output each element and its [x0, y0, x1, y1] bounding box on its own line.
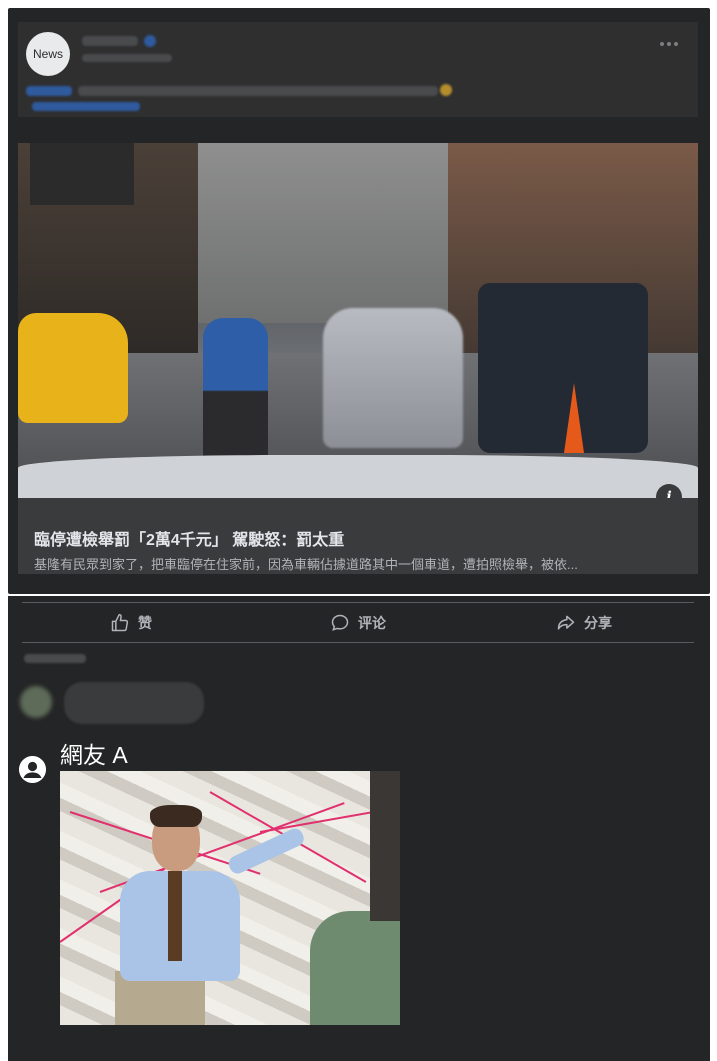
verified-badge-icon: [144, 35, 156, 47]
post-header: News: [18, 22, 698, 117]
share-label: 分享: [584, 615, 612, 631]
meme-image[interactable]: [60, 771, 400, 1025]
user-avatar-icon: [19, 756, 46, 783]
link-preview-text[interactable]: 臨停遭檢舉罰「2萬4千元」 駕駛怒：罰太重 基隆有民眾到家了，把車臨停在住家前，…: [18, 498, 698, 574]
blurred-emoji: [440, 84, 452, 96]
blurred-commenter-avatar: [20, 686, 52, 718]
blurred-timestamp: [82, 54, 172, 62]
comment-bubble-icon: [331, 614, 349, 631]
link-description: 基隆有民眾到家了，把車臨停在住家前，因為車輛佔據道路其中一個車道，遭拍照檢舉，被…: [34, 557, 578, 572]
comment-button[interactable]: 评论: [330, 612, 386, 634]
blurred-sort-selector[interactable]: [24, 654, 86, 663]
comment-label: 评论: [358, 615, 386, 631]
blurred-hashtag: [26, 86, 72, 96]
more-options-icon[interactable]: [660, 42, 682, 48]
blurred-link: [32, 102, 140, 111]
reply-user-name: 網友 A: [60, 742, 128, 768]
share-arrow-icon: [557, 615, 575, 630]
link-title: 臨停遭檢舉罰「2萬4千元」 駕駛怒：罰太重: [34, 532, 345, 549]
link-preview-image[interactable]: [18, 143, 698, 498]
page-avatar[interactable]: News: [26, 32, 70, 76]
divider: [22, 602, 694, 603]
blurred-caption-text: [78, 86, 438, 96]
blurred-comment-bubble: [64, 682, 204, 724]
thumbs-up-icon: [111, 613, 129, 632]
blurred-page-name: [82, 36, 138, 46]
divider: [22, 642, 694, 643]
like-label: 赞: [138, 615, 152, 631]
share-button[interactable]: 分享: [556, 612, 612, 634]
redaction-box: [30, 143, 134, 205]
like-button[interactable]: 赞: [110, 612, 152, 634]
